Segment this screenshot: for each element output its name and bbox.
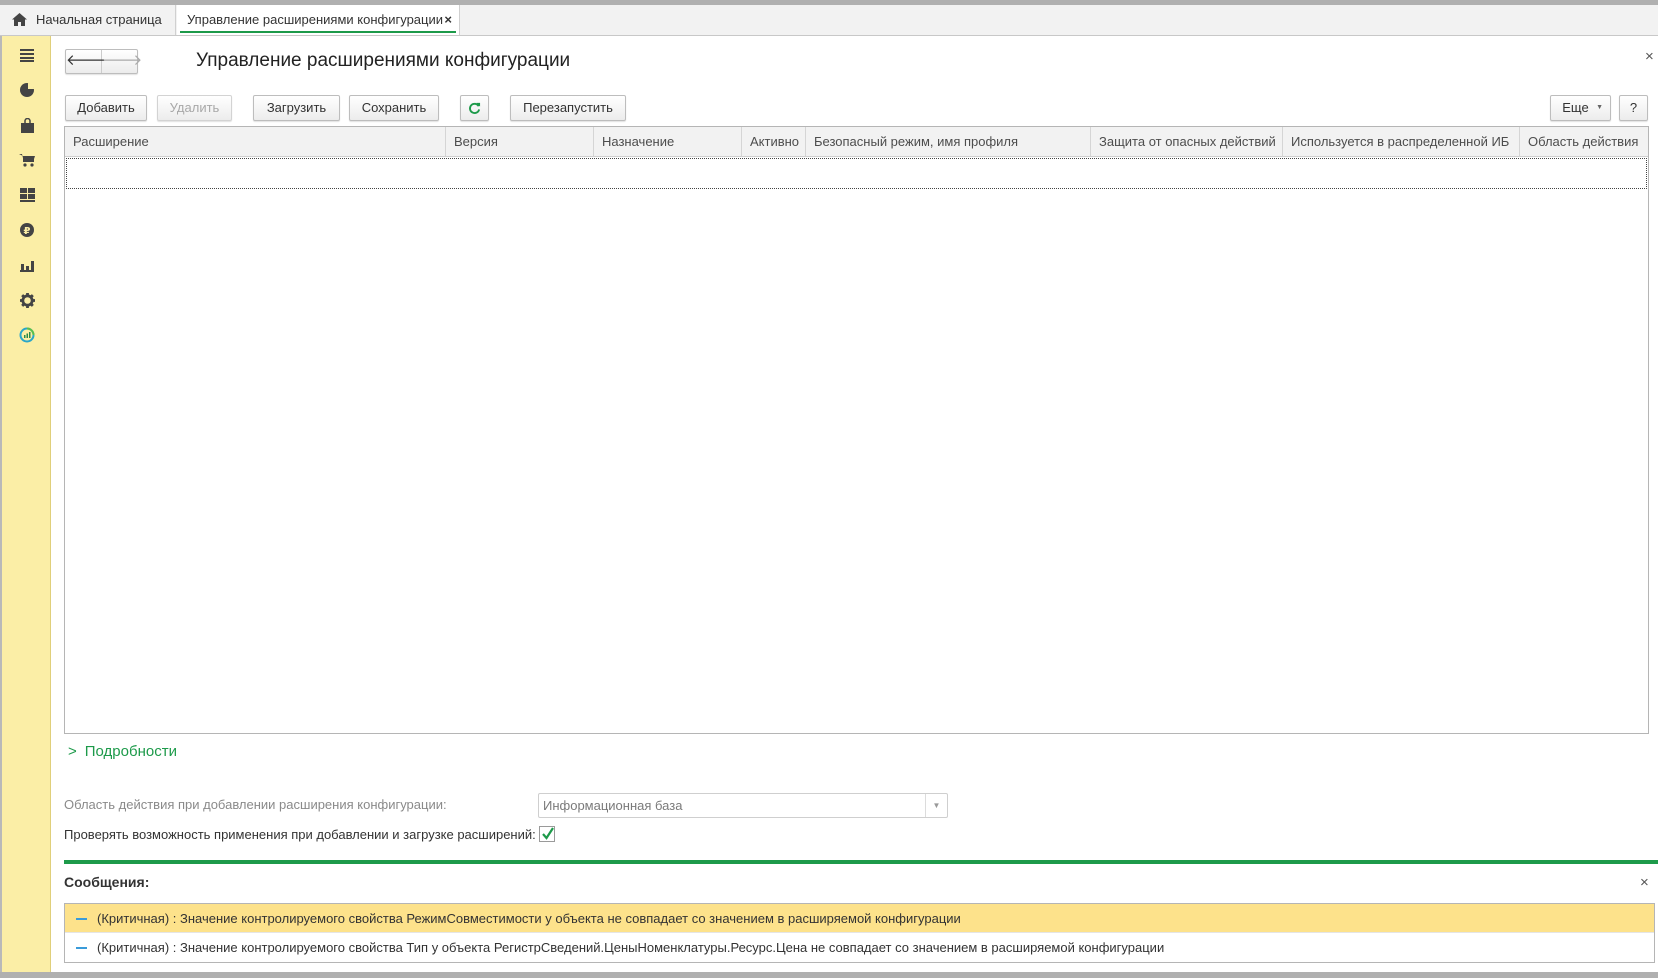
tab-home-label: Начальная страница [36,12,162,27]
details-toggle[interactable]: > Подробности [68,743,177,760]
analytics-icon[interactable] [18,326,36,344]
checkmark-icon [542,827,554,840]
svg-text:₽: ₽ [24,226,31,237]
column-extension[interactable]: Расширение [65,127,446,156]
message-text: (Критичная) : Значение контролируемого с… [97,911,961,926]
nav-buttons: 🡐 🡒 [65,49,142,74]
check-applicability-checkbox[interactable] [539,826,555,842]
reports-chart-icon[interactable] [18,256,36,274]
messages-list: (Критичная) : Значение контролируемого с… [64,903,1655,963]
load-button[interactable]: Загрузить [253,95,340,121]
message-dash-icon [76,918,87,920]
extensions-table[interactable]: Расширение Версия Назначение Активно Без… [64,126,1649,734]
dashboard-icon[interactable] [18,81,36,99]
empty-selected-row[interactable] [66,158,1647,189]
refresh-button[interactable] [460,95,489,121]
add-button[interactable]: Добавить [65,95,147,121]
save-button[interactable]: Сохранить [349,95,439,121]
column-unsafe-protection[interactable]: Защита от опасных действий [1091,127,1283,156]
messages-title: Сообщения: [64,874,150,890]
messages-close-icon[interactable]: × [1640,874,1649,891]
tab-bar: Начальная страница Управление расширения… [0,5,1658,36]
close-form-icon[interactable]: × [1645,48,1654,65]
table-header: Расширение Версия Назначение Активно Без… [65,127,1648,157]
column-safe-mode[interactable]: Безопасный режим, имя профиля [806,127,1091,156]
tab-home[interactable]: Начальная страница [0,5,176,35]
chevron-right-icon: > [68,743,77,760]
scope-select[interactable]: Информационная база ▼ [538,793,948,818]
back-arrow-icon[interactable]: 🡐 [66,50,106,73]
settings-gear-icon[interactable] [18,291,36,309]
chevron-down-icon[interactable]: ▼ [925,794,947,817]
more-label: Еще [1562,100,1589,115]
message-item[interactable]: (Критичная) : Значение контролируемого с… [65,933,1654,962]
delete-button[interactable]: Удалить [157,95,232,121]
help-button[interactable]: ? [1619,95,1648,121]
message-text: (Критичная) : Значение контролируемого с… [97,940,1165,955]
purchases-icon[interactable] [18,116,36,134]
scope-label: Область действия при добавлении расширен… [64,797,447,812]
tab-extensions[interactable]: Управление расширениями конфигурации × [177,5,460,35]
column-scope[interactable]: Область действия [1520,127,1648,156]
scope-value: Информационная база [543,798,683,813]
active-tab-underline [180,31,456,33]
window-bottom-border [0,972,1658,978]
dropdown-arrow-icon: ▼ [1596,104,1603,111]
page-title: Управление расширениями конфигурации [196,50,571,71]
messages-divider [64,860,1658,864]
check-applicability-label: Проверять возможность применения при доб… [64,827,536,842]
column-distributed-ib[interactable]: Используется в распределенной ИБ [1283,127,1520,156]
sidebar: ₽ [0,36,51,972]
sales-cart-icon[interactable] [18,151,36,169]
message-dash-icon [76,947,87,949]
column-purpose[interactable]: Назначение [594,127,742,156]
message-item[interactable]: (Критичная) : Значение контролируемого с… [65,904,1654,933]
restart-button[interactable]: Перезапустить [510,95,626,121]
warehouse-icon[interactable] [18,186,36,204]
tab-extensions-label: Управление расширениями конфигурации [187,12,444,27]
column-active[interactable]: Активно [742,127,806,156]
forward-arrow-icon[interactable]: 🡒 [102,50,142,73]
menu-icon[interactable] [18,46,36,64]
refresh-icon [469,102,481,114]
finance-ruble-icon[interactable]: ₽ [18,221,36,239]
home-icon [12,13,27,26]
column-version[interactable]: Версия [446,127,594,156]
details-label: Подробности [84,743,177,760]
more-button[interactable]: Еще ▼ [1550,95,1611,121]
